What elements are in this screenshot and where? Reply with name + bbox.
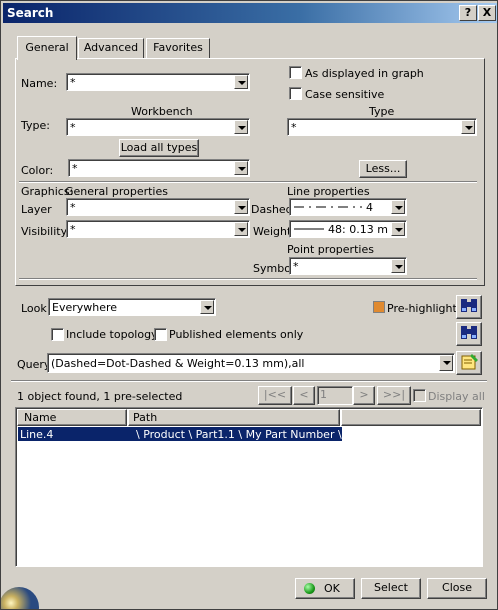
binoculars-icon bbox=[461, 299, 477, 312]
as-displayed-checkbox[interactable] bbox=[289, 66, 302, 79]
layer-label: Layer bbox=[21, 203, 52, 216]
chevron-down-icon bbox=[234, 120, 248, 134]
point-properties-label: Point properties bbox=[287, 243, 374, 256]
weight-combo[interactable]: 48: 0.13 m bbox=[289, 220, 407, 238]
look-label: Look: bbox=[21, 302, 51, 315]
dashed-label: Dashed bbox=[251, 203, 293, 216]
name-label: Name: bbox=[21, 77, 58, 90]
last-page-button[interactable]: >>| bbox=[377, 386, 411, 405]
chevron-down-icon bbox=[439, 355, 453, 371]
divider bbox=[19, 278, 477, 280]
color-label: Color: bbox=[21, 164, 54, 177]
chevron-down-icon bbox=[391, 259, 405, 273]
workbench-label: Workbench bbox=[131, 105, 193, 118]
tab-general[interactable]: General bbox=[17, 36, 77, 60]
include-topology-checkbox[interactable] bbox=[51, 328, 64, 341]
tab-favorites[interactable]: Favorites bbox=[146, 38, 210, 58]
line-weight-icon bbox=[294, 228, 324, 230]
case-sensitive-checkbox[interactable] bbox=[289, 87, 302, 100]
layer-combo[interactable]: * bbox=[66, 198, 250, 216]
type-label: Type: bbox=[21, 119, 50, 132]
row-name: Line.4 bbox=[20, 428, 54, 441]
chevron-down-icon bbox=[391, 222, 405, 236]
as-displayed-label: As displayed in graph bbox=[305, 67, 424, 80]
less-button[interactable]: Less... bbox=[359, 160, 407, 178]
prehighlight-checkbox[interactable] bbox=[373, 301, 385, 313]
help-button[interactable]: ? bbox=[459, 5, 477, 21]
published-only-checkbox[interactable] bbox=[154, 328, 167, 341]
close-window-button[interactable]: X bbox=[478, 5, 496, 21]
row-path: \ Product \ Part1.1 \ My Part Number \..… bbox=[136, 428, 353, 441]
symbol-label: Symbol bbox=[253, 262, 294, 275]
chevron-down-icon bbox=[234, 75, 248, 89]
visibility-combo[interactable]: * bbox=[66, 220, 250, 238]
color-combo[interactable]: * bbox=[68, 159, 250, 177]
search-dialog: Search ? X General Advanced Favorites Na… bbox=[0, 0, 498, 610]
symbol-combo[interactable]: * bbox=[289, 257, 407, 275]
chevron-down-icon bbox=[234, 161, 248, 175]
divider bbox=[11, 380, 487, 382]
prev-page-button[interactable]: < bbox=[293, 386, 315, 405]
globe-logo-icon bbox=[1, 575, 43, 609]
title-bar: Search ? X bbox=[3, 3, 497, 23]
divider bbox=[19, 181, 477, 183]
results-list[interactable]: Name Path Line.4 \ Product \ Part1.1 \ M… bbox=[15, 407, 483, 567]
load-all-types-button[interactable]: Load all types bbox=[119, 139, 199, 157]
column-header-path[interactable]: Path bbox=[128, 409, 340, 426]
column-header-name[interactable]: Name bbox=[17, 409, 127, 426]
general-properties-label: General properties bbox=[65, 185, 168, 198]
next-page-button[interactable]: > bbox=[353, 386, 375, 405]
column-header-empty bbox=[341, 409, 481, 426]
page-field[interactable]: 1 bbox=[317, 386, 353, 405]
ok-status-icon bbox=[304, 583, 315, 594]
dash-dot-pattern-icon bbox=[294, 206, 362, 208]
status-text: 1 object found, 1 pre-selected bbox=[17, 390, 183, 403]
display-all-label: Display all bbox=[428, 390, 485, 403]
chevron-down-icon bbox=[234, 222, 248, 236]
workbench-combo[interactable]: * bbox=[66, 118, 250, 136]
type-heading: Type bbox=[369, 105, 395, 118]
table-row[interactable]: Line.4 \ Product \ Part1.1 \ My Part Num… bbox=[18, 427, 352, 441]
line-properties-label: Line properties bbox=[287, 185, 370, 198]
chevron-down-icon bbox=[200, 300, 214, 314]
include-topology-label: Include topology bbox=[66, 328, 158, 341]
chevron-down-icon bbox=[391, 200, 405, 214]
chevron-down-icon bbox=[234, 200, 248, 214]
weight-label: Weight bbox=[253, 225, 292, 238]
published-only-label: Published elements only bbox=[169, 328, 304, 341]
dashed-combo[interactable]: 4 bbox=[289, 198, 407, 216]
select-button[interactable]: Select bbox=[361, 578, 421, 599]
ok-button[interactable]: OK bbox=[295, 578, 355, 599]
display-all-checkbox[interactable] bbox=[413, 389, 426, 402]
window-title: Search bbox=[7, 6, 54, 20]
first-page-button[interactable]: |<< bbox=[258, 386, 292, 405]
prehighlight-label: Pre-highlight bbox=[387, 302, 457, 315]
query-combo[interactable]: (Dashed=Dot-Dashed & Weight=0.13 mm),all bbox=[47, 353, 455, 373]
look-combo[interactable]: Everywhere bbox=[48, 298, 216, 316]
search-button[interactable] bbox=[456, 295, 482, 319]
case-sensitive-label: Case sensitive bbox=[305, 88, 385, 101]
type-combo[interactable]: * bbox=[287, 118, 477, 136]
binoculars-plus-icon bbox=[461, 326, 477, 339]
name-combo[interactable]: * bbox=[66, 73, 250, 91]
close-button[interactable]: Close bbox=[427, 578, 487, 599]
search-add-button[interactable] bbox=[456, 322, 482, 346]
chevron-down-icon bbox=[461, 120, 475, 134]
visibility-label: Visibility bbox=[21, 225, 68, 238]
note-edit-icon bbox=[461, 354, 478, 370]
tab-advanced[interactable]: Advanced bbox=[78, 38, 144, 58]
add-favorite-button[interactable] bbox=[456, 351, 482, 375]
